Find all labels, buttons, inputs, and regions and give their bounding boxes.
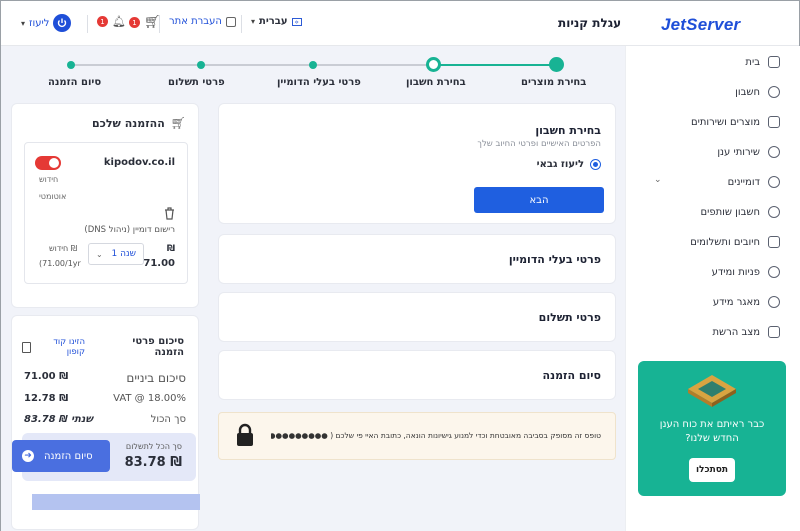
sidebar-item-account[interactable]: חשבון [735, 86, 780, 98]
promo-banner: כבר ראיתם את כוח הענן החדש שלנו? תסתכלו [638, 361, 786, 496]
sidebar-item-domains[interactable]: דומיינים [728, 176, 780, 188]
user-menu[interactable]: ▾ ליעוז [21, 14, 72, 32]
cart-icon: 🛒︎ [144, 15, 161, 30]
auto-renew-label: חידוש [39, 175, 59, 184]
headset-icon [768, 266, 780, 278]
scroll-fade [32, 494, 200, 510]
lock-icon [237, 423, 253, 446]
step-current-dot [426, 57, 441, 72]
account-option[interactable]: ליעוז גבאי [537, 159, 601, 170]
sidebar-item-products[interactable]: מוצרים ושירותים [691, 116, 780, 128]
subtotal-value: 71.00 ₪ [24, 371, 69, 382]
order-product: רישום דומיין (ניהול DNS) [84, 225, 175, 235]
main-area: בחירת מוצרים בחירת חשבון פרטי בעלי הדומי… [1, 46, 625, 531]
price-symbol: ₪ [166, 244, 175, 254]
renew-label: חידוש ₪ [49, 244, 78, 253]
cube-icon [225, 16, 236, 27]
next-button[interactable]: הבא [474, 187, 604, 213]
total-label: סך הכול [150, 414, 186, 425]
trash-icon[interactable] [164, 207, 175, 220]
security-notice-text: טופס זה מסופק בסביבה מאובטחת וכדי למנוע … [271, 431, 601, 440]
banner-button[interactable]: תסתכלו [689, 458, 735, 482]
finish-section[interactable]: סיום הזמנה [218, 350, 616, 400]
flag-icon: ✡ [291, 17, 302, 26]
step-dot [309, 61, 317, 69]
renew-price: (71.00/1yr [39, 259, 81, 268]
chip-icon [688, 375, 736, 407]
subtotal-label: סיכום ביניים [126, 371, 186, 385]
radio-selected[interactable] [590, 159, 601, 170]
order-domain: kipodov.co.il [103, 157, 175, 168]
sidebar-item-cloud[interactable]: שירותי ענן [717, 146, 780, 158]
bell-icon: 🔔︎ [112, 15, 126, 28]
notifications-button[interactable]: 1 🔔︎ [97, 15, 126, 28]
step-label: פרטי בעלי הדומיין [277, 77, 361, 88]
order-item: kipodov.co.il חידוש אוטומטי רישום דומיין… [24, 142, 188, 284]
document-icon [22, 341, 31, 353]
auto-renew-toggle[interactable] [35, 156, 61, 170]
banner-text: כבר ראיתם את כוח הענן החדש שלנו? [659, 419, 765, 444]
chevron-down-icon: ▾ [251, 17, 256, 26]
site-transfer-link[interactable]: העברת אתר [169, 16, 236, 27]
chevron-down-icon: ▾ [21, 18, 26, 28]
chevron-down-icon[interactable]: ⌄ [654, 175, 662, 185]
step-label: סיום הזמנה [48, 77, 102, 88]
language-selector[interactable]: ▾ עברית ✡ [251, 16, 302, 27]
sidebar-item-home[interactable]: בית [745, 56, 780, 68]
home-icon [768, 56, 780, 68]
bulb-icon [768, 296, 780, 308]
logo[interactable]: JetServer [661, 15, 740, 35]
sidebar-item-billing[interactable]: חיובים ותשלומים [690, 236, 780, 248]
step-done-dot [549, 57, 564, 72]
users-icon [768, 206, 780, 218]
order-price: 71.00 [143, 258, 175, 269]
pay-label: סך הכל לתשלום [125, 442, 182, 451]
vat-value: 12.78 ₪ [24, 393, 69, 404]
invoice-icon [768, 236, 780, 248]
sidebar-item-support[interactable]: פניות ומידע [712, 266, 780, 278]
notif-badge: 1 [97, 16, 108, 27]
account-title: בחירת חשבון [535, 124, 601, 137]
sidebar-item-knowledge[interactable]: מאגר מידע [713, 296, 780, 308]
power-icon [53, 14, 72, 32]
cart-icon: 🛒︎ [170, 116, 186, 130]
sidebar-item-partners[interactable]: חשבון שותפים [700, 206, 780, 218]
step-label: בחירת מוצרים [521, 77, 587, 88]
language-label: עברית [259, 16, 288, 27]
summary-card: סיכום פרטי הזמנה הזינו קוד קופון 71.00 ₪… [11, 315, 200, 530]
cloud-icon [768, 146, 780, 158]
summary-title: סיכום פרטי הזמנה [132, 336, 184, 358]
arrow-right-icon: ➜ [22, 450, 34, 462]
account-card: בחירת חשבון הפרטים האישיים ופרטי החיוב ש… [218, 103, 616, 224]
security-notice: טופס זה מסופק בסביבה מאובטחת וכדי למנוע … [218, 412, 616, 460]
total-value: 83.78 ₪ שנתי [24, 414, 93, 425]
box-icon [768, 116, 780, 128]
checkout-button[interactable]: ➜ סיום הזמנה [12, 440, 110, 472]
order-card: 🛒︎ ההזמנה שלכם kipodov.co.il חידוש אוטומ… [11, 103, 199, 308]
page-title: עגלת קניות [558, 16, 622, 30]
order-header: 🛒︎ ההזמנה שלכם [92, 116, 186, 130]
pay-value: 83.78 ₪ [124, 455, 182, 470]
account-subtitle: הפרטים האישיים ופרטי החיוב שלך [477, 139, 601, 149]
auto-renew-label: אוטומטי [39, 192, 67, 201]
owner-section[interactable]: פרטי בעלי הדומיין [218, 234, 616, 284]
vat-label: VAT @ 18.00% [113, 393, 186, 404]
chevron-down-icon: ⌄ [96, 249, 103, 259]
chart-icon [768, 326, 780, 338]
step-dot [67, 61, 75, 69]
sidebar-item-status[interactable]: מצב הרשת [712, 326, 780, 338]
step-label: פרטי תשלום [168, 77, 225, 88]
step-label: בחירת חשבון [406, 77, 466, 88]
cart-badge: 1 [129, 17, 140, 28]
payment-section[interactable]: פרטי תשלום [218, 292, 616, 342]
user-name: ליעוז [29, 17, 50, 29]
step-dot [197, 61, 205, 69]
globe-icon [768, 176, 780, 188]
period-select[interactable]: ⌄ 1 שנה [88, 243, 144, 265]
coupon-link[interactable]: הזינו קוד קופון [22, 337, 85, 357]
cart-button[interactable]: 1 🛒︎ [129, 15, 161, 30]
user-icon [768, 86, 780, 98]
